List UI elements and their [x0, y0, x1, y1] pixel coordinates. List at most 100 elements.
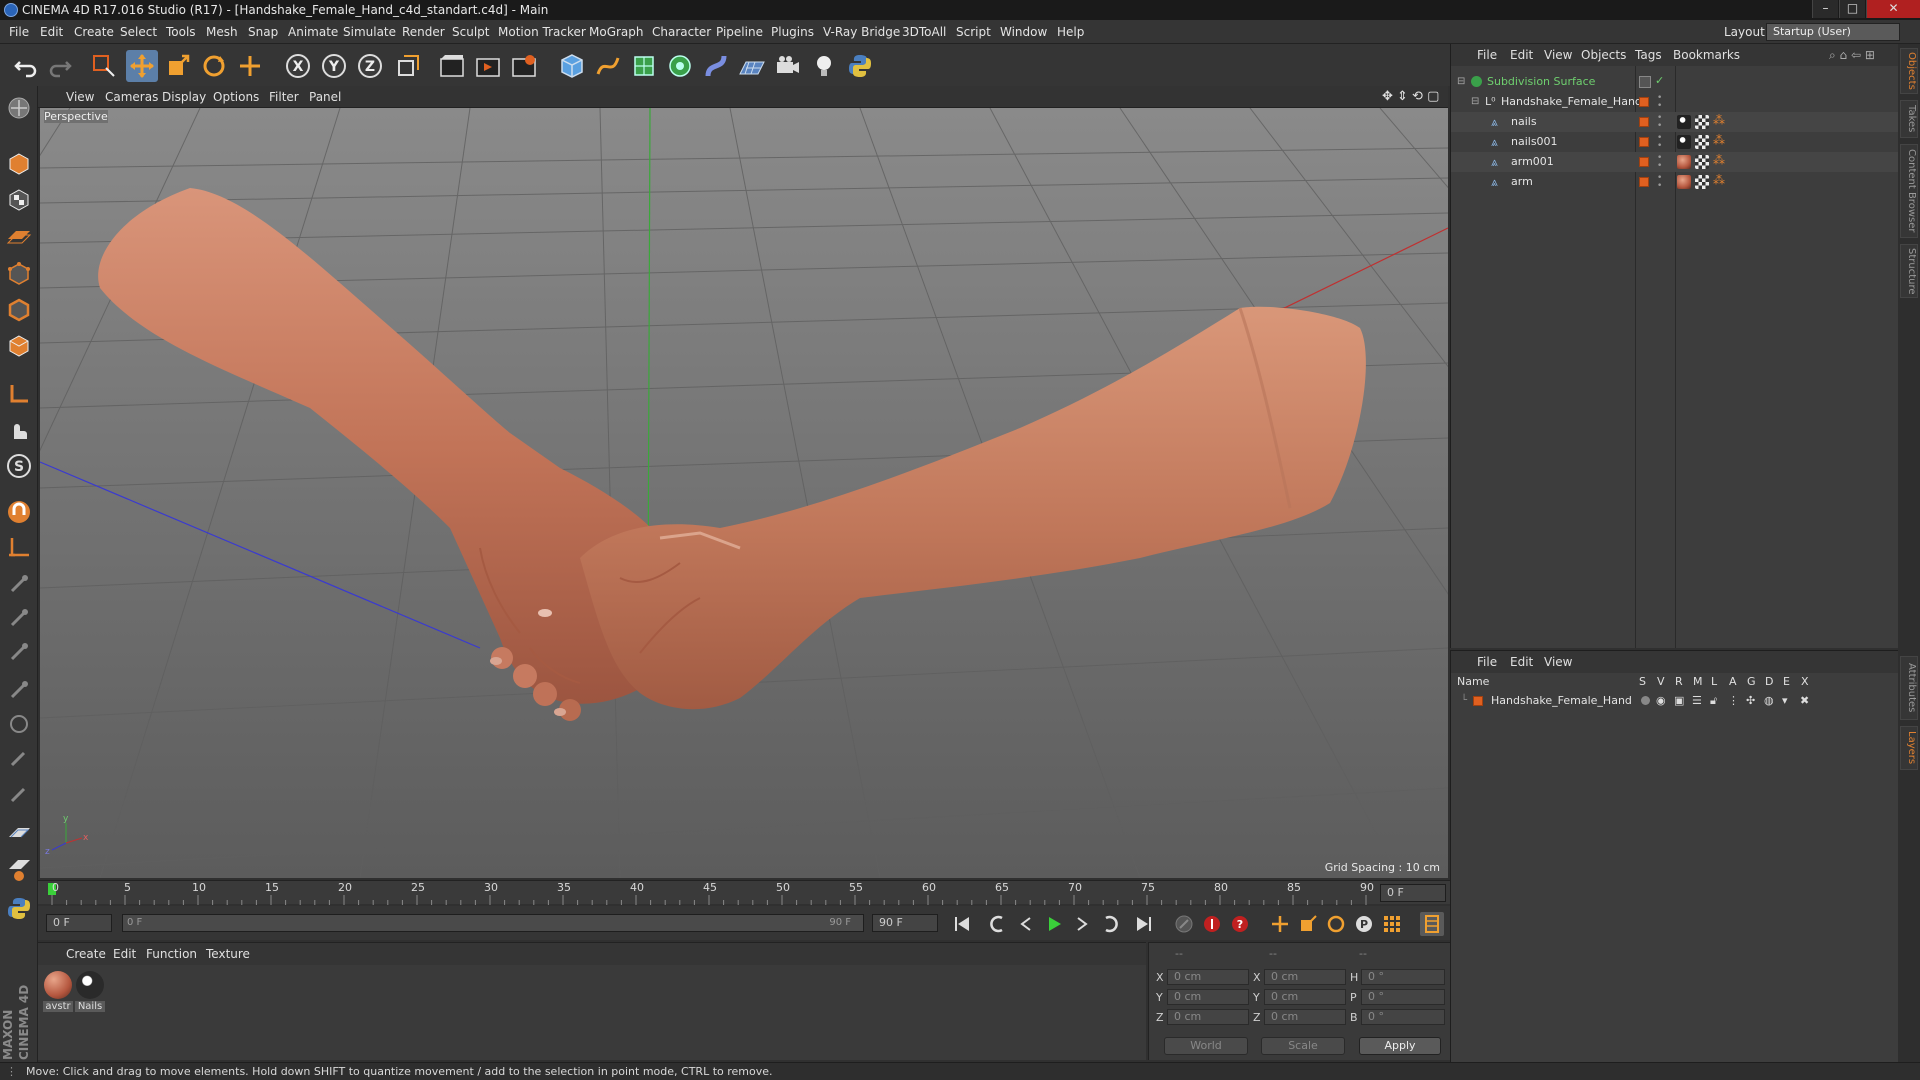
previous-frame-icon[interactable] [1014, 912, 1038, 936]
render-settings-icon[interactable] [508, 50, 540, 82]
move-tool-icon[interactable] [126, 50, 158, 82]
layer-column-xref[interactable]: X [1801, 675, 1809, 688]
scale-tool-icon[interactable] [162, 50, 194, 82]
object-menu-tags[interactable]: Tags [1635, 44, 1662, 66]
menu-snap[interactable]: Snap [248, 20, 278, 44]
layer-color-swatch[interactable] [1473, 696, 1483, 706]
expand-icon[interactable]: ⊟ [1457, 76, 1465, 87]
menu-file[interactable]: File [9, 20, 29, 44]
x-axis-lock-icon[interactable]: X [282, 50, 314, 82]
layer-column-name[interactable]: Name [1457, 675, 1489, 688]
position-z-field[interactable]: 0 cm [1167, 1009, 1249, 1025]
uvw-tag-icon[interactable] [1695, 115, 1709, 129]
key-scale-icon[interactable] [1296, 912, 1320, 936]
menu-script[interactable]: Script [956, 20, 991, 44]
layer-column-deformers[interactable]: D [1765, 675, 1773, 688]
render-toggle-icon[interactable]: ▣ [1674, 694, 1684, 707]
perspective-viewport[interactable]: y x z Perspective Grid Spacing : 10 cm [40, 108, 1448, 878]
menu-tools[interactable]: Tools [166, 20, 196, 44]
layer-menu-view[interactable]: View [1544, 651, 1572, 673]
tweak-mode-icon[interactable] [3, 414, 35, 446]
side-tab-content-browser[interactable]: Content Browser [1900, 144, 1918, 238]
layer-column-animation[interactable]: A [1729, 675, 1737, 688]
material-menu-create[interactable]: Create [66, 943, 106, 965]
side-tab-structure[interactable]: Structure [1900, 244, 1918, 298]
model-mode-icon[interactable] [3, 148, 35, 180]
end-frame-field[interactable]: 90 F [872, 914, 938, 932]
light-object-icon[interactable] [808, 50, 840, 82]
menu-plugins[interactable]: Plugins [771, 20, 814, 44]
selection-tag-icon[interactable]: ⁂ [1713, 133, 1725, 147]
menu-character[interactable]: Character [652, 20, 711, 44]
enabled-check-icon[interactable]: ✓ [1655, 74, 1664, 87]
deformers-toggle-icon[interactable]: ◍ [1764, 694, 1774, 707]
next-frame-icon[interactable] [1070, 912, 1094, 936]
previous-key-icon[interactable] [986, 912, 1010, 936]
floor-object-icon[interactable] [736, 50, 768, 82]
layer-column-expressions[interactable]: E [1783, 675, 1790, 688]
subdivision-surface-icon[interactable] [628, 50, 660, 82]
position-x-field[interactable]: 0 cm [1167, 969, 1249, 985]
object-menu-objects[interactable]: Objects [1581, 44, 1626, 66]
points-mode-icon[interactable] [3, 258, 35, 290]
menu-vray-bridge[interactable]: V-Ray Bridge [823, 20, 900, 44]
spline-pen-icon[interactable] [592, 50, 624, 82]
rotation-p-field[interactable]: 0 ° [1361, 989, 1445, 1005]
sculpt-brush-5-icon[interactable] [3, 708, 35, 740]
viewport-menu-display[interactable]: Display [162, 86, 206, 108]
expressions-toggle-icon[interactable]: ▾ [1782, 694, 1788, 707]
undo-icon[interactable] [10, 50, 42, 82]
menu-select[interactable]: Select [120, 20, 157, 44]
cloner-icon[interactable] [664, 50, 696, 82]
viewport-navigate-icons[interactable]: ✥ ⇕ ⟲ ▢ [1382, 86, 1439, 108]
play-icon[interactable] [1042, 912, 1066, 936]
layer-column-generators[interactable]: G [1747, 675, 1756, 688]
selection-tag-icon[interactable]: ⁂ [1713, 113, 1725, 127]
autokeying-icon[interactable] [1200, 912, 1224, 936]
size-y-field[interactable]: 0 cm [1264, 989, 1346, 1005]
manager-toggle-icon[interactable]: ☰ [1692, 694, 1702, 707]
sculpt-brush-6-icon[interactable] [3, 742, 35, 774]
sculpt-brush-1-icon[interactable] [3, 568, 35, 600]
go-to-end-icon[interactable] [1132, 912, 1156, 936]
menu-mesh[interactable]: Mesh [206, 20, 238, 44]
object-row-subdivision-surface[interactable]: ⊟ Subdivision Surface ✓ [1451, 72, 1898, 92]
animation-toggle-icon[interactable]: ⋮ [1728, 694, 1739, 707]
layer-column-manager[interactable]: M [1693, 675, 1703, 688]
layer-menu-file[interactable]: File [1477, 651, 1497, 673]
current-frame-field[interactable]: 0 F [1380, 884, 1446, 902]
menu-window[interactable]: Window [1000, 20, 1047, 44]
material-swatch[interactable]: Nails [75, 971, 105, 1012]
menu-create[interactable]: Create [74, 20, 114, 44]
key-pla-icon[interactable] [1380, 912, 1404, 936]
apply-button[interactable]: Apply [1359, 1037, 1441, 1055]
object-menu-bookmarks[interactable]: Bookmarks [1673, 44, 1740, 66]
start-frame-field[interactable]: 0 F [46, 914, 112, 932]
layer-row[interactable]: └ Handshake_Female_Hand ◉ ▣ ☰ 🔓︎ ⋮ ✣ ◍ ▾… [1451, 691, 1898, 711]
menu-help[interactable]: Help [1057, 20, 1084, 44]
make-editable-icon[interactable] [3, 92, 35, 124]
keyframe-selection-icon[interactable]: ? [1228, 912, 1252, 936]
solo-toggle-icon[interactable] [1641, 696, 1650, 705]
xref-toggle-icon[interactable]: ✖ [1800, 694, 1809, 707]
menu-animate[interactable]: Animate [288, 20, 338, 44]
minimize-icon[interactable]: – [1812, 0, 1838, 18]
size-x-field[interactable]: 0 cm [1264, 969, 1346, 985]
render-to-picture-viewer-icon[interactable] [472, 50, 504, 82]
deformer-icon[interactable] [700, 50, 732, 82]
object-row-nails[interactable]: ⩓ nails • • ⁂ [1451, 112, 1898, 132]
material-menu-function[interactable]: Function [146, 943, 197, 965]
workplane-axis-icon[interactable] [3, 532, 35, 564]
generators-toggle-icon[interactable]: ✣ [1746, 694, 1755, 707]
object-menu-view[interactable]: View [1544, 44, 1572, 66]
side-tab-layers[interactable]: Layers [1900, 726, 1918, 770]
material-tag-icon[interactable] [1677, 175, 1691, 189]
object-menu-edit[interactable]: Edit [1510, 44, 1533, 66]
viewport-menu-view[interactable]: View [66, 86, 94, 108]
position-y-field[interactable]: 0 cm [1167, 989, 1249, 1005]
object-row-arm[interactable]: ⩓ arm • • ⁂ [1451, 172, 1898, 192]
coordinate-system-icon[interactable] [392, 50, 424, 82]
viewport-menu-filter[interactable]: Filter [269, 86, 299, 108]
selection-tag-icon[interactable]: ⁂ [1713, 153, 1725, 167]
camera-object-icon[interactable] [772, 50, 804, 82]
